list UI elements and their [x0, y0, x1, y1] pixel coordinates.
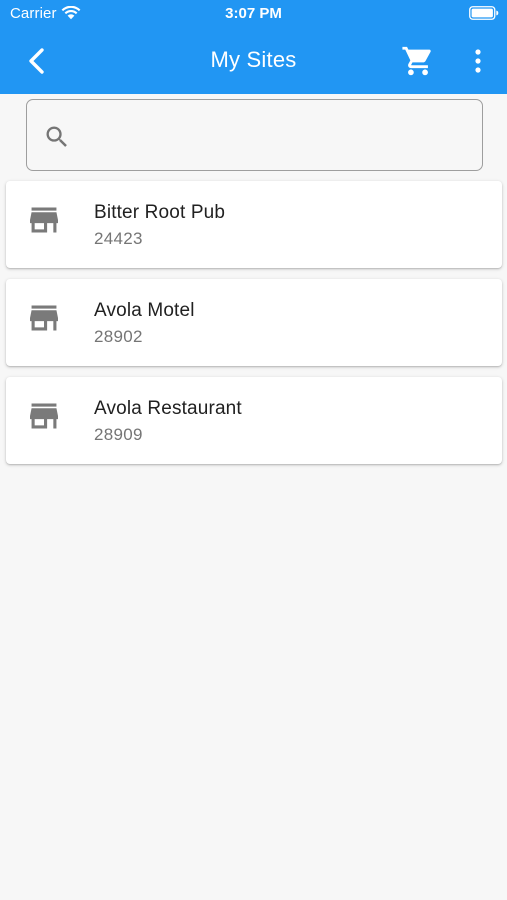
store-icon [30, 207, 58, 233]
app-header: Carrier 3:07 PM My Sites [0, 0, 507, 94]
site-card[interactable]: Avola Restaurant 28909 [6, 377, 502, 464]
status-bar: Carrier 3:07 PM [0, 0, 507, 28]
battery-icon [469, 6, 499, 20]
site-code: 28902 [94, 327, 143, 346]
cart-button[interactable] [399, 44, 437, 78]
site-card[interactable]: Avola Motel 28902 [6, 279, 502, 366]
site-card[interactable]: Bitter Root Pub 24423 [6, 181, 502, 268]
more-vert-icon [475, 49, 481, 73]
search-icon [46, 126, 67, 147]
search-input[interactable] [87, 114, 467, 156]
site-code: 24423 [94, 229, 143, 248]
more-options-button[interactable] [463, 44, 493, 78]
store-icon [30, 305, 58, 331]
status-time: 3:07 PM [225, 5, 282, 22]
store-icon [30, 403, 58, 429]
site-name: Avola Motel [94, 300, 195, 321]
site-code: 28909 [94, 425, 143, 444]
app-bar: My Sites [0, 28, 507, 94]
site-name: Avola Restaurant [94, 398, 242, 419]
shopping-cart-icon [402, 46, 431, 76]
search-box[interactable] [26, 99, 483, 171]
site-name: Bitter Root Pub [94, 202, 226, 223]
